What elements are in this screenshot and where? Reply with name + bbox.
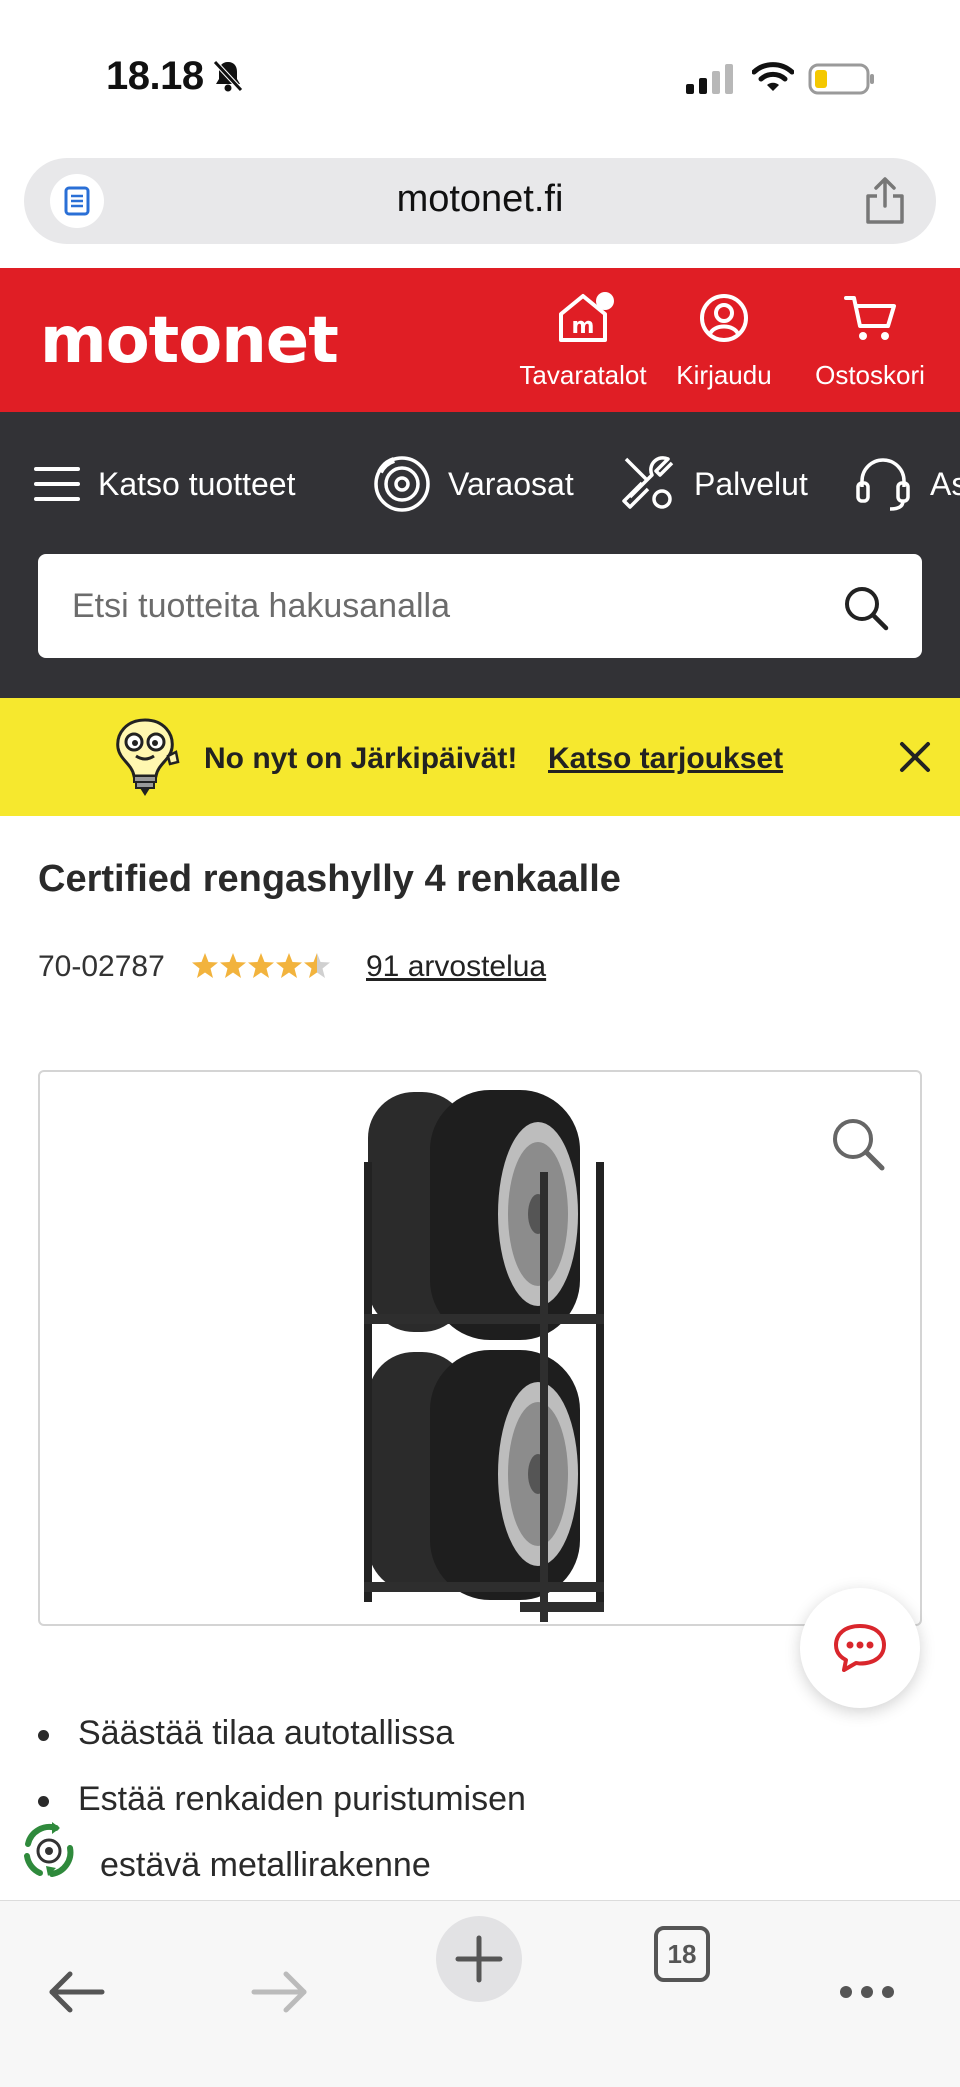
nav-services-label: Palvelut — [694, 465, 808, 502]
status-bar: 18.18 — [0, 0, 960, 150]
main-nav: Katso tuotteet Varaosat Palvelut As — [0, 412, 960, 698]
promo-offers-link[interactable]: Katso tarjoukset — [548, 742, 783, 776]
menu-icon — [34, 467, 80, 501]
header-login-link[interactable]: Kirjaudu — [664, 288, 784, 391]
feature-item: Säästää tilaa autotallissa — [38, 1706, 918, 1772]
tire-rack-product-image — [364, 1090, 604, 1622]
product-image-frame[interactable] — [38, 1070, 922, 1626]
svg-text:m: m — [572, 314, 595, 339]
search-icon[interactable] — [842, 584, 890, 632]
header-cart-link[interactable]: Ostoskori — [800, 288, 940, 391]
motonet-logo[interactable]: motonet — [40, 304, 339, 378]
header-login-label: Kirjaudu — [676, 360, 772, 390]
star-icon — [276, 953, 302, 978]
cart-icon — [844, 296, 896, 340]
star-icon — [220, 953, 246, 978]
new-tab-button[interactable] — [436, 1916, 522, 2002]
product-sku: 70-02787 — [38, 950, 165, 983]
feature-item: Estää renkaiden puristumisen — [38, 1772, 918, 1838]
signal-icon — [686, 64, 733, 94]
zoom-icon[interactable] — [830, 1116, 886, 1172]
rating-stars — [192, 953, 330, 978]
nav-browse-products[interactable]: Katso tuotteet — [32, 448, 295, 520]
nav-services[interactable]: Palvelut — [616, 448, 808, 520]
back-icon[interactable] — [32, 1949, 122, 2035]
feature-item: estävä metallirakenne — [38, 1838, 918, 1904]
eco-recycle-icon[interactable] — [16, 1818, 82, 1884]
search-input[interactable] — [72, 554, 832, 658]
user-icon — [700, 294, 748, 342]
search-box — [38, 554, 922, 658]
url-text[interactable]: motonet.fi — [24, 178, 936, 221]
notification-dot — [596, 292, 614, 310]
status-time: 18.18 — [106, 54, 204, 98]
promo-banner: No nyt on Järkipäivät! Katso tarjoukset — [0, 698, 960, 816]
more-options-icon[interactable] — [822, 1949, 912, 2035]
reviews-link[interactable]: 91 arvostelua — [366, 950, 546, 984]
forward-icon[interactable] — [234, 1949, 324, 2035]
brake-disc-icon — [374, 456, 430, 512]
close-icon[interactable] — [898, 740, 932, 774]
bell-off-icon — [213, 60, 243, 92]
product-title: Certified rengashylly 4 renkaalle — [38, 858, 621, 900]
nav-spare-parts[interactable]: Varaosat — [372, 448, 574, 520]
star-icon — [248, 953, 274, 978]
header-stores-link[interactable]: m Tavaratalot — [508, 288, 658, 391]
share-icon[interactable] — [862, 176, 908, 226]
product-features-list: Säästää tilaa autotallissa Estää renkaid… — [38, 1706, 918, 1904]
star-icon — [192, 953, 218, 978]
half-star-icon — [304, 953, 330, 978]
nav-customer-service[interactable]: As — [852, 448, 960, 520]
promo-text: No nyt on Järkipäivät! — [204, 742, 518, 775]
chat-icon — [834, 1624, 886, 1672]
nav-customer-service-label: As — [930, 465, 960, 502]
site-header: motonet m Tavaratalot Kirjaudu Ostoskori — [0, 268, 960, 412]
header-stores-label: Tavaratalot — [519, 360, 647, 390]
plus-icon — [455, 1935, 503, 1983]
address-bar[interactable]: motonet.fi — [24, 158, 936, 244]
nav-browse-label: Katso tuotteet — [98, 465, 296, 502]
lightbulb-mascot-icon — [116, 718, 180, 796]
wifi-icon — [752, 62, 794, 91]
headset-icon — [856, 458, 910, 511]
tabs-button[interactable]: 18 — [654, 1926, 710, 1982]
chat-button[interactable] — [800, 1588, 920, 1708]
tools-icon — [622, 456, 674, 509]
nav-spare-parts-label: Varaosat — [448, 465, 574, 502]
header-cart-label: Ostoskori — [815, 360, 925, 390]
battery-icon — [808, 63, 874, 95]
